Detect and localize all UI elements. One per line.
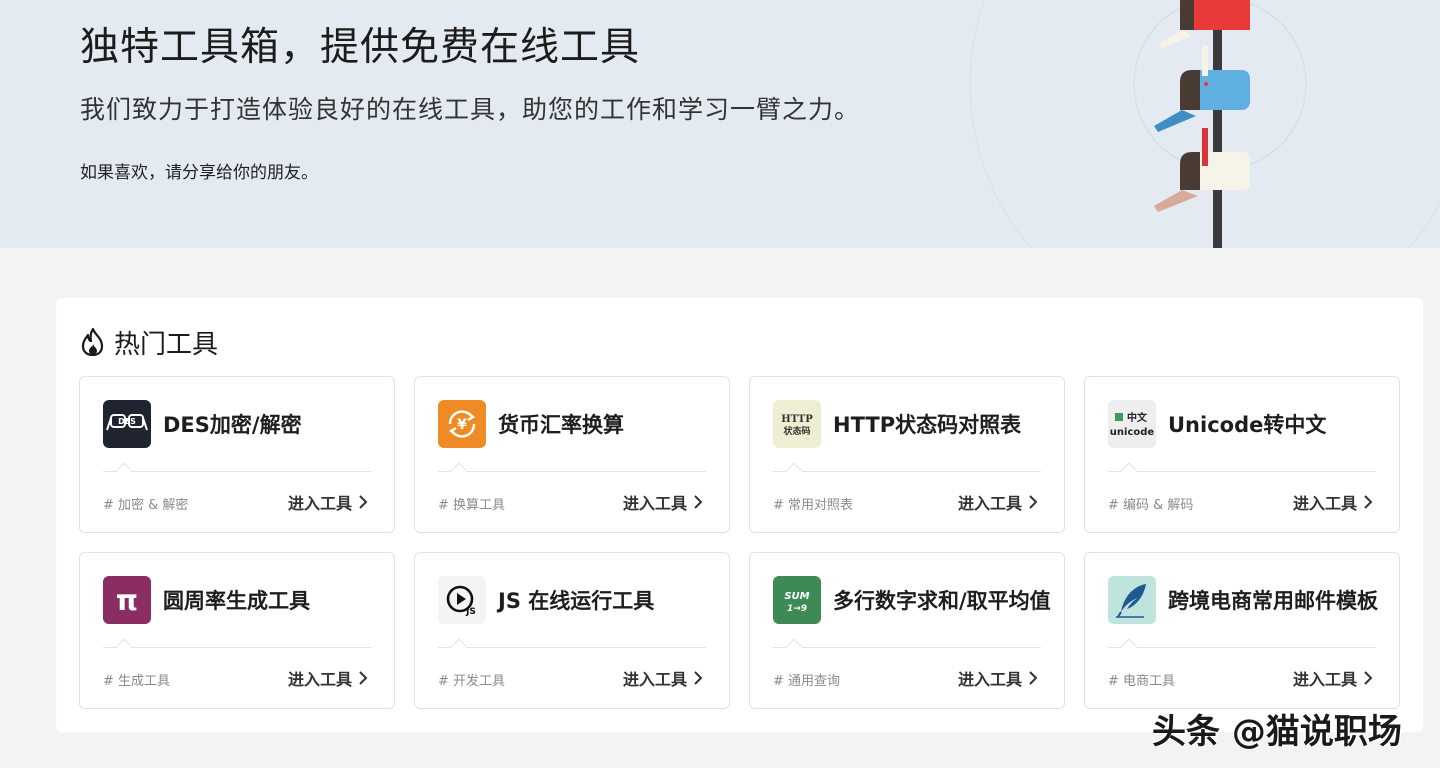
tool-card-pi[interactable]: π 圆周率生成工具 # 生成工具 进入工具 [79, 552, 395, 709]
tool-name[interactable]: HTTP状态码对照表 [833, 399, 1053, 451]
tool-name[interactable]: 多行数字求和/取平均值 [833, 575, 1053, 627]
tool-card-sum-average[interactable]: SUM 1→9 多行数字求和/取平均值 # 通用查询 进入工具 [749, 552, 1065, 709]
icon-subtext: unicode [1110, 427, 1155, 438]
icon-subtext: 状态码 [783, 425, 810, 437]
enter-tool-link[interactable]: 进入工具 [958, 490, 1038, 514]
enter-tool-label: 进入工具 [287, 670, 352, 689]
icon-text: 中文 [1127, 411, 1148, 424]
chevron-right-icon [1029, 671, 1038, 685]
divider [103, 471, 371, 472]
tool-tag: # 生成工具 [103, 674, 171, 689]
pi-icon: π [103, 576, 151, 624]
enter-tool-label: 进入工具 [622, 670, 687, 689]
divider [438, 471, 706, 472]
divider [103, 647, 371, 648]
http-status-icon: HTTP 状态码 [773, 400, 821, 448]
tool-name[interactable]: Unicode转中文 [1168, 399, 1388, 451]
divider-notch [450, 462, 468, 480]
icon-text: π [116, 584, 138, 617]
chevron-right-icon [694, 495, 703, 509]
icon-text: HTTP [781, 414, 813, 425]
enter-tool-link[interactable]: 进入工具 [958, 666, 1038, 690]
share-prompt: 如果喜欢，请分享给你的朋友。 [80, 163, 318, 183]
hero-banner: 独特工具箱，提供免费在线工具 我们致力于打造体验良好的在线工具，助您的工作和学习… [0, 0, 1440, 248]
tool-tag: # 开发工具 [438, 674, 506, 689]
divider-notch [1120, 462, 1138, 480]
tool-tag: # 编码 & 解码 [1108, 498, 1194, 513]
icon-subtext: 1→9 [787, 604, 807, 614]
chevron-right-icon [694, 671, 703, 685]
section-header: 热门工具 [80, 325, 219, 360]
tool-tag: # 换算工具 [438, 498, 506, 513]
divider-notch [450, 638, 468, 656]
tool-tag: # 通用查询 [773, 674, 841, 689]
glasses-des-icon: DES [103, 400, 151, 448]
tool-name[interactable]: DES加密/解密 [163, 399, 383, 451]
play-js-icon: JS [438, 576, 486, 624]
watermark: 头条 @猫说职场 [1152, 712, 1402, 752]
enter-tool-label: 进入工具 [1292, 494, 1357, 513]
tool-tag: # 加密 & 解密 [103, 498, 189, 513]
divider-notch [785, 638, 803, 656]
flame-icon [81, 328, 104, 356]
tool-card-email-templates[interactable]: 跨境电商常用邮件模板 # 电商工具 进入工具 [1084, 552, 1400, 709]
mailbox-illustration [969, 0, 1440, 248]
tool-name[interactable]: 圆周率生成工具 [163, 575, 383, 627]
quill-pen-icon [1108, 576, 1156, 624]
enter-tool-link[interactable]: 进入工具 [623, 490, 703, 514]
hot-tools-panel: 热门工具 DES DES加密/解密 # 加密 & 解密 进入工具 ¥ 货币汇率换… [56, 298, 1423, 732]
icon-text: SUM [784, 591, 809, 602]
enter-tool-link[interactable]: 进入工具 [623, 666, 703, 690]
divider-notch [115, 462, 133, 480]
chevron-right-icon [359, 671, 368, 685]
enter-tool-label: 进入工具 [957, 670, 1022, 689]
currency-exchange-icon: ¥ [438, 400, 486, 448]
enter-tool-label: 进入工具 [622, 494, 687, 513]
enter-tool-link[interactable]: 进入工具 [288, 666, 368, 690]
tool-card-js-runner[interactable]: JS JS 在线运行工具 # 开发工具 进入工具 [414, 552, 730, 709]
chevron-right-icon [1364, 495, 1373, 509]
icon-text: ¥ [457, 417, 467, 433]
tool-name[interactable]: 货币汇率换算 [498, 399, 718, 451]
divider-notch [115, 638, 133, 656]
tool-tag: # 电商工具 [1108, 674, 1176, 689]
icon-text: JS [465, 607, 476, 617]
divider-notch [1120, 638, 1138, 656]
tool-card-des[interactable]: DES DES加密/解密 # 加密 & 解密 进入工具 [79, 376, 395, 533]
divider [773, 471, 1041, 472]
enter-tool-link[interactable]: 进入工具 [288, 490, 368, 514]
chevron-right-icon [1029, 495, 1038, 509]
hero-title: 独特工具箱，提供免费在线工具 [80, 25, 641, 70]
icon-text: DES [118, 417, 136, 426]
sum-icon: SUM 1→9 [773, 576, 821, 624]
divider [438, 647, 706, 648]
chevron-right-icon [1364, 671, 1373, 685]
tool-card-http-status[interactable]: HTTP 状态码 HTTP状态码对照表 # 常用对照表 进入工具 [749, 376, 1065, 533]
divider [1108, 647, 1376, 648]
tool-name[interactable]: 跨境电商常用邮件模板 [1168, 575, 1388, 627]
enter-tool-label: 进入工具 [1292, 670, 1357, 689]
tool-name[interactable]: JS 在线运行工具 [498, 575, 718, 627]
divider-notch [785, 462, 803, 480]
tool-tag: # 常用对照表 [773, 498, 854, 513]
unicode-icon: 中文 unicode [1108, 400, 1156, 448]
enter-tool-link[interactable]: 进入工具 [1293, 490, 1373, 514]
chevron-right-icon [359, 495, 368, 509]
hero-subtitle: 我们致力于打造体验良好的在线工具，助您的工作和学习一臂之力。 [80, 95, 861, 124]
divider [1108, 471, 1376, 472]
divider [773, 647, 1041, 648]
tool-card-currency[interactable]: ¥ 货币汇率换算 # 换算工具 进入工具 [414, 376, 730, 533]
enter-tool-label: 进入工具 [287, 494, 352, 513]
tool-card-unicode[interactable]: 中文 unicode Unicode转中文 # 编码 & 解码 进入工具 [1084, 376, 1400, 533]
enter-tool-label: 进入工具 [957, 494, 1022, 513]
enter-tool-link[interactable]: 进入工具 [1293, 666, 1373, 690]
section-title: 热门工具 [114, 329, 219, 360]
